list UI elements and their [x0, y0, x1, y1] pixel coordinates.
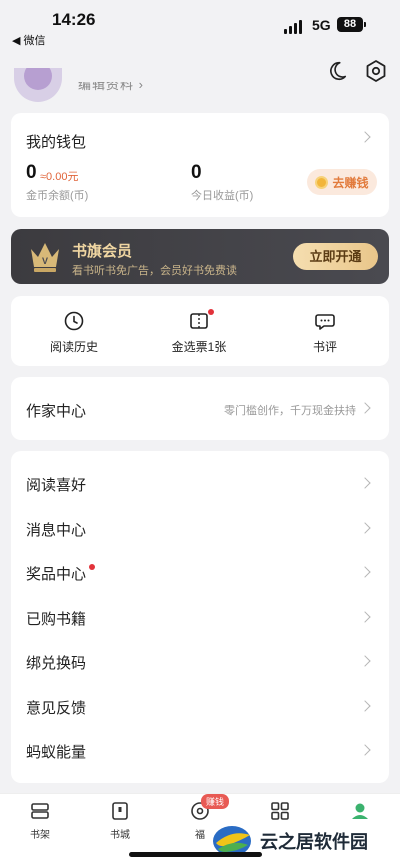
chevron-right-icon	[359, 700, 371, 712]
wallet-title: 我的钱包	[26, 134, 87, 151]
ticket-icon	[190, 313, 208, 329]
menu-item-message-center[interactable]: 消息中心	[11, 506, 389, 550]
activate-vip-button[interactable]: 立即开通	[293, 243, 378, 270]
quick-actions-card: 阅读历史 金选票1张 书评	[11, 296, 389, 366]
menu-item-label: 消息中心	[26, 522, 87, 539]
menu-item-feedback[interactable]: 意见反馈	[11, 684, 389, 728]
ticket-notification-dot	[208, 309, 214, 315]
menu-item-reading-preferences[interactable]: 阅读喜好	[11, 461, 389, 505]
author-center-row[interactable]: 作家中心 零门槛创作，千万现金扶持	[11, 377, 389, 440]
prize-notification-dot	[89, 564, 95, 570]
bookshelf-icon	[31, 803, 49, 819]
wallet-card[interactable]: 我的钱包 0 ≈0.00元 金币余额(币) 0 今日收益(币) 去赚钱	[11, 113, 389, 217]
back-to-app-link[interactable]: ◀ 微信	[12, 32, 46, 48]
status-time: 14:26	[52, 10, 96, 29]
coin-balance-label: 金币余额(币)	[26, 190, 89, 202]
earn-money-badge: 赚钱	[201, 794, 230, 809]
settings-menu-list: 阅读喜好 消息中心 奖品中心 已购书籍 绑兑换码 意见反馈 蚂蚁能量	[11, 451, 389, 783]
vip-title: 书旗会员	[72, 243, 133, 260]
watermark: 云之居软件园	[208, 816, 400, 866]
coin-rmb-equivalent: ≈0.00元	[40, 171, 79, 183]
svg-text:V: V	[42, 256, 48, 266]
battery-icon: 88	[337, 17, 366, 32]
bookstore-icon	[112, 802, 128, 820]
tab-bookstore[interactable]: 书城	[90, 800, 150, 841]
chevron-right-icon	[359, 402, 371, 414]
watermark-text: 云之居软件园	[260, 832, 368, 852]
signal-icon	[284, 20, 302, 34]
chevron-right-icon	[359, 655, 371, 667]
menu-item-prize-center[interactable]: 奖品中心	[11, 550, 389, 594]
book-review-button[interactable]: 书评	[275, 310, 375, 355]
menu-item-label: 已购书籍	[26, 611, 87, 628]
menu-item-ant-energy[interactable]: 蚂蚁能量	[11, 728, 389, 772]
edit-profile-link[interactable]: 编辑资料 ›	[78, 82, 144, 94]
reading-history-button[interactable]: 阅读历史	[24, 310, 124, 355]
tab-label: 书架	[30, 830, 50, 841]
clock-icon	[64, 311, 84, 331]
network-type: 5G	[312, 17, 331, 33]
golden-ticket-label: 金选票1张	[171, 340, 227, 354]
chevron-right-icon	[359, 131, 371, 143]
earn-money-button[interactable]: 去赚钱	[307, 169, 377, 195]
settings-gear-icon[interactable]	[364, 59, 388, 83]
menu-item-purchased-books[interactable]: 已购书籍	[11, 595, 389, 639]
coin-icon	[315, 175, 329, 189]
author-center-title: 作家中心	[26, 403, 87, 420]
menu-item-redeem-code[interactable]: 绑兑换码	[11, 639, 389, 683]
reading-history-label: 阅读历史	[49, 340, 98, 354]
home-indicator[interactable]	[129, 852, 262, 857]
crown-icon: V	[31, 243, 59, 272]
coin-balance-value: 0	[26, 162, 37, 183]
today-earnings-label: 今日收益(币)	[191, 190, 254, 202]
night-mode-moon-icon[interactable]	[326, 60, 348, 82]
golden-ticket-button[interactable]: 金选票1张	[149, 309, 249, 355]
avatar[interactable]	[14, 68, 62, 102]
today-earnings-value: 0	[191, 162, 202, 183]
tab-label: 书城	[110, 830, 130, 841]
menu-item-label: 阅读喜好	[26, 477, 87, 494]
earn-money-label: 去赚钱	[332, 175, 369, 190]
menu-item-label: 奖品中心	[26, 566, 87, 583]
menu-item-label: 绑兑换码	[26, 655, 87, 672]
book-review-label: 书评	[312, 340, 337, 354]
comment-icon	[315, 314, 335, 330]
chevron-right-icon	[359, 477, 371, 489]
vip-membership-banner[interactable]: V 书旗会员 看书听书免广告，会员好书免费读 立即开通	[11, 229, 389, 284]
status-bar: 14:26 ◀ 微信 5G 88	[0, 0, 400, 50]
chevron-right-icon	[359, 611, 371, 623]
menu-item-label: 蚂蚁能量	[26, 744, 87, 761]
menu-item-label: 意见反馈	[26, 700, 87, 717]
tab-bookshelf[interactable]: 书架	[10, 800, 70, 841]
vip-subtitle: 看书听书免广告，会员好书免费读	[72, 265, 237, 277]
chevron-right-icon	[359, 522, 371, 534]
chevron-right-icon	[359, 566, 371, 578]
author-center-subtitle: 零门槛创作，千万现金扶持	[224, 405, 356, 417]
chevron-right-icon	[359, 744, 371, 756]
